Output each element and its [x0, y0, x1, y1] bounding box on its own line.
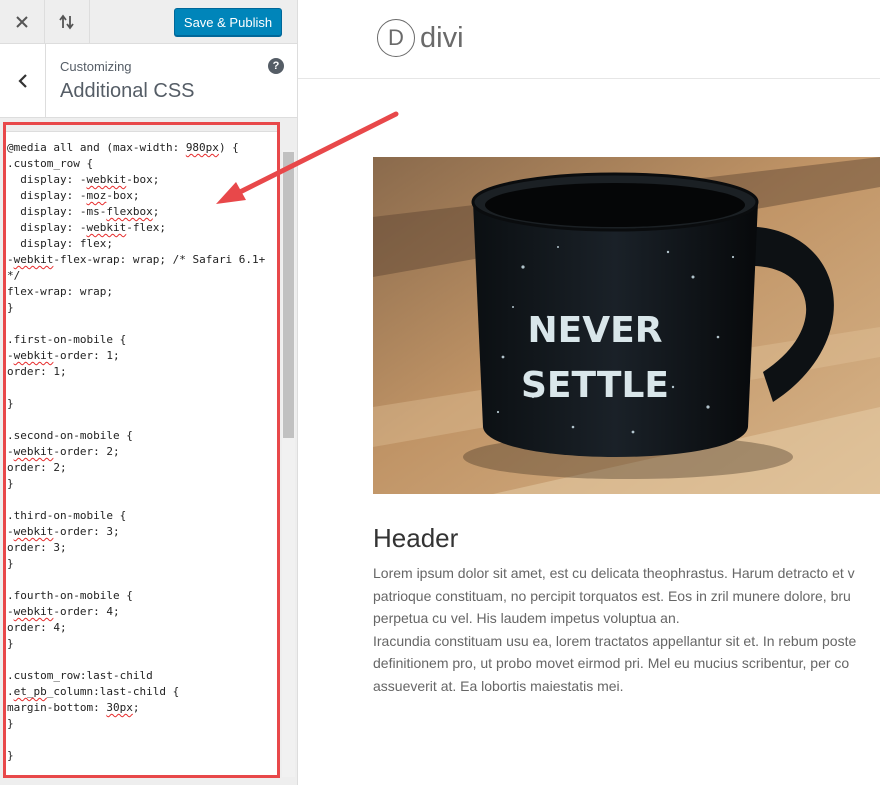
back-button[interactable] — [0, 44, 46, 117]
post-body-line: assueverit at. Ea lobortis maiestatis me… — [373, 677, 624, 694]
post-title: Header — [373, 523, 459, 553]
section-header: Customizing Additional CSS ? — [0, 44, 297, 118]
customizer-topbar: Save & Publish — [0, 0, 297, 44]
section-title: Additional CSS — [60, 80, 195, 102]
post-body: Lorem ipsum dolor sit amet, est cu delic… — [373, 562, 880, 698]
post-body-line: perpetua cu vel. His laudem impetus volu… — [373, 610, 680, 627]
close-customizer-button[interactable] — [0, 0, 45, 44]
mug-text-line2: SETTLE — [521, 365, 669, 406]
close-x-icon — [16, 16, 28, 28]
editor-scrollbar-thumb[interactable] — [283, 152, 294, 438]
save-publish-button[interactable]: Save & Publish — [174, 8, 282, 36]
logo-mark: D — [377, 19, 415, 57]
post-body-line: Iracundia constituam usu ea, lorem tract… — [373, 632, 857, 649]
help-icon[interactable]: ? — [268, 58, 284, 74]
chevron-left-icon — [17, 73, 27, 88]
annotation-highlight-box — [3, 122, 280, 778]
post-body-line: patrioque constituam, no percipit torqua… — [373, 587, 851, 604]
site-preview: D divi NEVER SETTLE Header Lorem ipsum d… — [298, 0, 880, 785]
up-down-arrows-icon — [59, 14, 74, 30]
mug-text-line1: NEVER — [528, 310, 663, 351]
logo-text: divi — [420, 21, 464, 54]
mug-photo: NEVER SETTLE — [373, 157, 880, 494]
post-body-line: Lorem ipsum dolor sit amet, est cu delic… — [373, 565, 855, 581]
site-logo[interactable]: D divi — [377, 19, 464, 57]
toggle-preview-button[interactable] — [45, 0, 90, 44]
customizing-label: Customizing — [60, 59, 132, 74]
post-body-line: definitionem pro, ut probo movet eirmod … — [373, 655, 850, 672]
site-header: D divi — [298, 0, 880, 79]
customizer-sidebar: Save & Publish Customizing Additional CS… — [0, 0, 298, 785]
